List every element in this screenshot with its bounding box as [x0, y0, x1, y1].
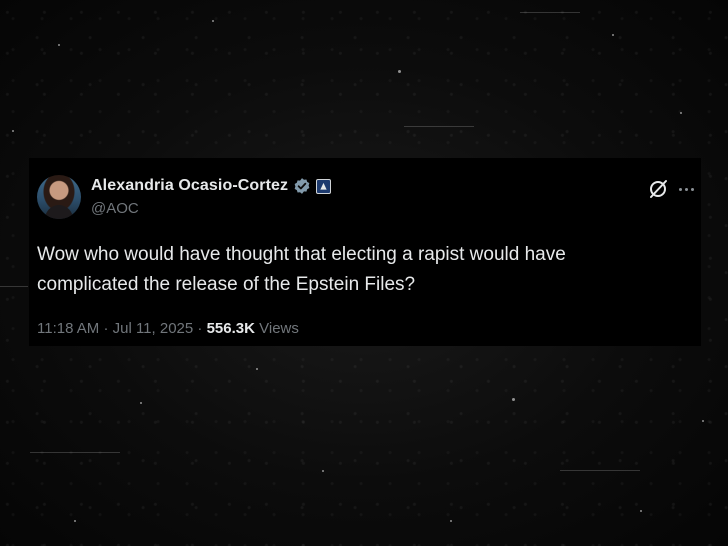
- meta-separator: ·: [103, 320, 109, 337]
- avatar[interactable]: [37, 175, 81, 219]
- tweet-text-line-2: complicated the release of the Epstein F…: [37, 274, 416, 295]
- tweet-date[interactable]: Jul 11, 2025: [113, 320, 194, 337]
- views-count[interactable]: 556.3K: [207, 320, 255, 337]
- tweet-card: Alexandria Ocasio-Cortez @AOC Wow who wo…: [29, 158, 701, 346]
- views-label[interactable]: Views: [259, 320, 299, 337]
- author-display-name[interactable]: Alexandria Ocasio-Cortez: [91, 177, 288, 195]
- tweet-meta: 11:18 AM · Jul 11, 2025 · 556.3K Views: [37, 320, 299, 337]
- author-name-row: Alexandria Ocasio-Cortez: [91, 176, 332, 196]
- meta-separator: ·: [197, 320, 203, 337]
- verified-check-icon: [293, 177, 311, 195]
- government-affiliate-icon[interactable]: [316, 178, 332, 194]
- tweet-text: Wow who would have thought that electing…: [37, 240, 677, 300]
- grok-icon[interactable]: [647, 178, 669, 200]
- author-handle[interactable]: @AOC: [91, 200, 139, 217]
- more-options-icon[interactable]: [679, 178, 694, 200]
- tweet-text-line-1: Wow who would have thought that electing…: [37, 244, 566, 265]
- tweet-time[interactable]: 11:18 AM: [37, 320, 99, 337]
